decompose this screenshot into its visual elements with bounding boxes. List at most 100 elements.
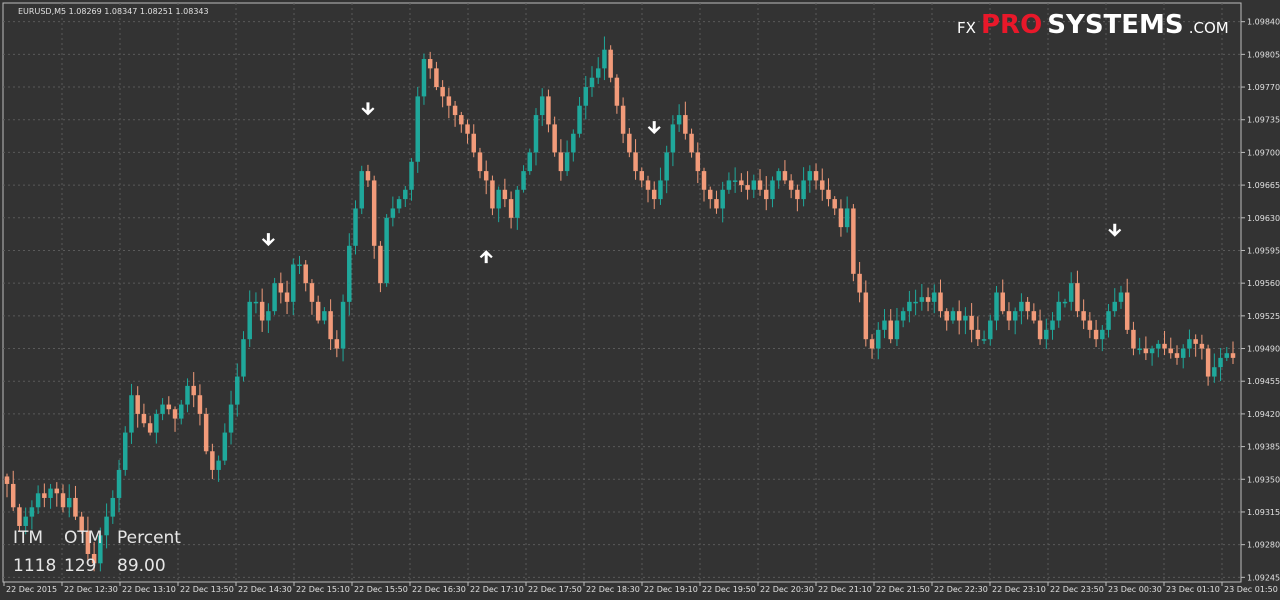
candle-body <box>1075 283 1080 312</box>
otm-value: 129 <box>64 556 97 576</box>
candle-body <box>1162 343 1167 349</box>
candle-body <box>539 96 545 116</box>
candle-body <box>900 311 906 321</box>
candle-body <box>826 189 831 200</box>
candle-body <box>228 404 234 433</box>
candle-body <box>452 105 458 116</box>
candle-body <box>409 161 414 190</box>
candle-body <box>683 115 688 134</box>
candle-body <box>633 152 638 172</box>
candle-body <box>185 385 190 405</box>
candle-body <box>29 507 35 517</box>
candle-body <box>776 171 781 181</box>
y-tick-label: 1.09595 <box>1247 246 1280 255</box>
candle-body <box>278 283 284 293</box>
candle-body <box>129 395 134 433</box>
candle-body <box>1112 301 1117 312</box>
candle-body <box>1062 301 1068 304</box>
candle-body <box>272 283 277 312</box>
y-tick-label: 1.09350 <box>1247 475 1280 484</box>
candle-body <box>35 493 41 508</box>
candle-body <box>664 152 669 181</box>
candle-body <box>1230 353 1236 358</box>
candle-body <box>1081 311 1086 321</box>
x-tick-label: 22 Dec 16:30 <box>412 585 466 594</box>
candle-body <box>297 264 302 266</box>
candle-body <box>533 115 539 153</box>
candle-body <box>788 180 794 190</box>
x-tick-label: 22 Dec 14:30 <box>238 585 292 594</box>
y-tick-label: 1.09245 <box>1247 573 1280 582</box>
candle-body <box>651 189 657 200</box>
brand-rest: SYSTEMS <box>1047 10 1183 40</box>
candle-body <box>328 311 333 340</box>
x-tick-label: 23 Dec 01:50 <box>1224 585 1278 594</box>
candle-body <box>552 124 557 153</box>
candle-body <box>795 189 800 200</box>
y-tick-label: 1.09525 <box>1247 312 1280 321</box>
brand-prefix: FX <box>957 19 976 37</box>
candle-body <box>1037 320 1043 340</box>
candle-body <box>732 180 738 182</box>
candle-body <box>558 152 564 172</box>
candle-body <box>191 385 196 396</box>
candle-body <box>54 488 60 494</box>
candle-body <box>421 59 427 97</box>
arrow-down-icon <box>261 233 275 247</box>
candle-body <box>932 292 937 302</box>
candle-body <box>981 339 987 341</box>
x-tick-label: 22 Dec 17:10 <box>470 585 524 594</box>
candle-body <box>1031 311 1037 321</box>
candle-body <box>365 171 371 181</box>
x-tick-label: 22 Dec 19:50 <box>702 585 756 594</box>
candle-body <box>1118 292 1124 302</box>
candle-body <box>490 180 495 209</box>
y-tick-label: 1.09735 <box>1247 116 1280 125</box>
candle-body <box>813 171 819 181</box>
candle-body <box>291 264 296 302</box>
candle-body <box>334 339 340 349</box>
candle-body <box>807 171 813 181</box>
x-tick-label: 22 Dec 13:10 <box>122 585 176 594</box>
candle-body <box>502 189 508 200</box>
candle-body <box>23 516 28 526</box>
candle-body <box>757 180 763 190</box>
candle-body <box>515 189 520 218</box>
candle-body <box>216 460 221 470</box>
y-tick-label: 1.09490 <box>1247 345 1280 354</box>
candle-body <box>166 404 172 410</box>
candle-body <box>658 180 663 200</box>
candle-body <box>583 87 589 106</box>
percent-label: Percent <box>117 528 181 548</box>
x-tick-label: 22 Dec 13:50 <box>180 585 234 594</box>
candle-body <box>1180 348 1186 358</box>
x-tick-label: 22 Dec 19:10 <box>644 585 698 594</box>
brand-logo: FX PRO SYSTEMS .COM <box>957 10 1229 40</box>
candle-body <box>347 245 352 302</box>
candle-body <box>857 273 862 293</box>
price-chart[interactable]: 1.09840 1.09805 1.09770 1.09735 1.09700 1.096… <box>0 0 1280 600</box>
candle-body <box>179 404 184 419</box>
candle-body <box>222 432 228 461</box>
candle-body <box>620 105 626 134</box>
candle-body <box>235 376 240 405</box>
candle-body <box>988 320 993 340</box>
candle-body <box>521 171 526 190</box>
candle-body <box>577 105 582 134</box>
x-tick-label: 22 Dec 2015 <box>6 585 57 594</box>
candle-body <box>602 49 607 69</box>
candle-body <box>247 301 252 340</box>
candle-body <box>571 133 576 153</box>
candle-body <box>1156 343 1161 349</box>
x-tick-label: 23 Dec 01:10 <box>1166 585 1220 594</box>
candle-body <box>764 189 769 200</box>
candle-body <box>284 292 290 302</box>
arrow-down-icon <box>647 121 661 135</box>
candle-body <box>73 497 78 517</box>
candle-body <box>770 180 775 200</box>
candle-body <box>969 315 974 330</box>
plot-frame <box>2 2 1242 583</box>
candle-body <box>477 152 483 172</box>
candle-body <box>589 77 595 88</box>
candle-body <box>1224 353 1230 358</box>
